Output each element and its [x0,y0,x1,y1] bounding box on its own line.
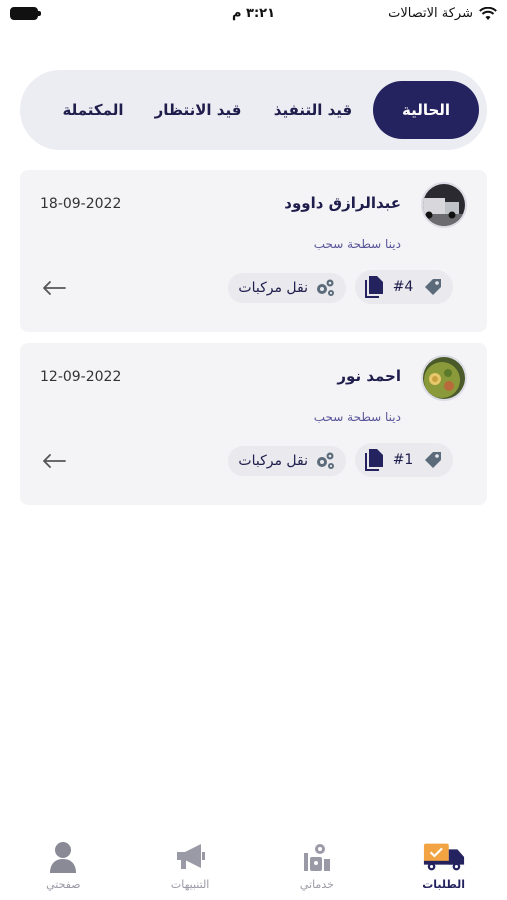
service-type: دينا سطحة سحب [313,410,401,424]
document-icon[interactable] [365,449,384,471]
nav-orders-label: الطلبات [422,878,466,891]
tag-icon [425,452,441,468]
customer-avatar [421,182,467,228]
order-date: 12-09-2022 [40,369,122,385]
battery-icon [10,7,41,20]
tag-icon [425,279,441,295]
clock: ٣:٢١ م [231,6,276,21]
category-label: نقل مركبات [238,280,308,296]
customer-name: احمد نور [337,367,401,385]
order-ref-pill: #4 [355,270,453,304]
order-date: 18-09-2022 [40,196,122,212]
nav-profile-label: صفحتي [46,878,81,891]
user-icon [41,840,85,874]
gears-icon [317,452,334,469]
category-pill: نقل مركبات [228,273,346,303]
delivery-truck-icon [422,840,466,874]
nav-notifications-label: التنبيهات [170,878,210,891]
megaphone-icon [168,840,212,874]
arrow-left-icon[interactable] [42,280,66,296]
nav-services-label: خدماتي [299,878,334,891]
customer-name: عبدالرازق داوود [284,194,401,212]
category-pill: نقل مركبات [228,446,346,476]
arrow-left-icon[interactable] [42,453,66,469]
order-card[interactable]: احمد نور 12-09-2022 دينا سطحة سحب #1 نقل… [20,343,487,505]
order-status-tabs: الحالية قيد التنفيذ قيد الانتظار المكتمل… [20,70,487,150]
category-label: نقل مركبات [238,453,308,469]
tab-in-progress[interactable]: قيد التنفيذ [253,81,373,139]
order-card[interactable]: عبدالرازق داوود 18-09-2022 دينا سطحة سحب… [20,170,487,332]
status-bar: شركة الاتصالات ٣:٢١ م [0,0,507,28]
order-ref: #4 [392,279,414,295]
food-photo [423,357,465,399]
gears-icon [317,279,334,296]
nav-profile[interactable]: صفحتي [8,840,118,891]
nav-services[interactable]: خدماتي [262,840,372,891]
document-icon[interactable] [365,276,384,298]
order-ref-pill: #1 [355,443,453,477]
tab-completed[interactable]: المكتملة [43,81,143,139]
nav-orders[interactable]: الطلبات [389,840,499,891]
order-ref: #1 [392,452,414,468]
service-type: دينا سطحة سحب [313,237,401,251]
truck-photo [423,184,465,226]
customer-avatar [421,355,467,401]
services-icon [295,840,339,874]
bottom-nav: الطلبات خدماتي التنبيهات صفحتي [0,820,507,900]
nav-notifications[interactable]: التنبيهات [135,840,245,891]
tab-current[interactable]: الحالية [373,81,479,139]
tab-pending[interactable]: قيد الانتظار [143,81,253,139]
